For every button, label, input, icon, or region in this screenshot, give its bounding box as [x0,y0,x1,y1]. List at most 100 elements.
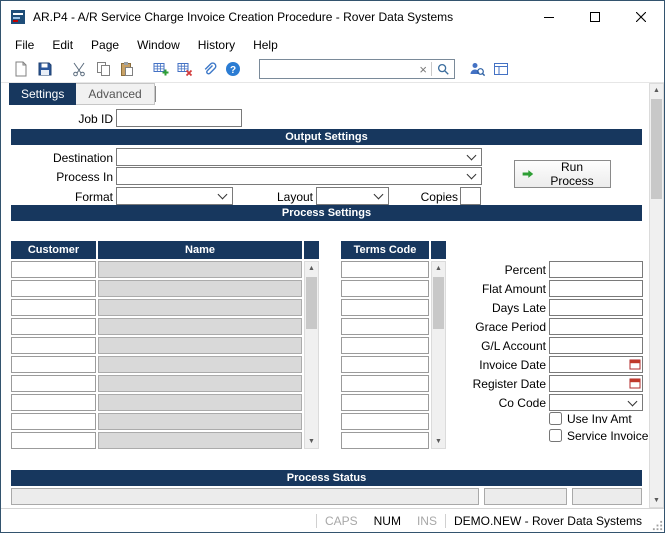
toolbar-search: × [259,59,455,79]
name-cell [98,394,302,411]
calendar-icon[interactable] [629,358,641,370]
maximize-button[interactable] [572,1,618,33]
scroll-up-icon[interactable]: ▲ [650,84,663,97]
flat-amount-label: Flat Amount [426,282,546,296]
copies-input[interactable] [460,187,481,205]
paperclip-icon [201,61,217,77]
process-status-message [11,488,479,505]
customer-cell[interactable] [11,375,96,392]
menu-help[interactable]: Help [244,35,287,55]
customer-cell[interactable] [11,394,96,411]
copies-label: Copies [378,190,458,204]
gl-account-input[interactable] [549,337,643,354]
menu-file[interactable]: File [6,35,43,55]
run-process-button[interactable]: Run Process [514,160,611,188]
terms-code-cell[interactable] [341,432,429,449]
status-bar: CAPS NUM INS DEMO.NEW - Rover Data Syste… [1,508,664,532]
scroll-up-icon[interactable]: ▲ [305,262,318,275]
job-id-input[interactable] [116,109,242,127]
service-invoice-checkbox[interactable] [549,429,562,442]
insert-row-button[interactable] [149,58,173,80]
resize-grip[interactable] [650,509,664,532]
app-icon [10,9,26,25]
help-button[interactable]: ? [221,58,245,80]
customer-cell[interactable] [11,337,96,354]
job-id-label: Job ID [13,112,113,126]
service-invoice-label: Service Invoice [567,429,648,443]
tab-settings[interactable]: Settings [9,83,76,105]
name-cell [98,356,302,373]
process-in-select[interactable] [116,167,482,185]
search-input[interactable] [260,61,415,77]
terms-code-cell[interactable] [341,261,429,278]
format-select[interactable] [116,187,233,205]
customer-cell[interactable] [11,299,96,316]
paste-button[interactable] [115,58,139,80]
name-cell [98,413,302,430]
customer-cell[interactable] [11,280,96,297]
customer-grid-header-cap [304,241,319,259]
terms-code-cell[interactable] [341,299,429,316]
terms-code-cell[interactable] [341,318,429,335]
use-inv-amt-checkbox[interactable] [549,412,562,425]
terms-code-cell[interactable] [341,413,429,430]
search-icon[interactable] [432,62,454,76]
terms-code-column [341,261,429,451]
run-process-label: Run Process [540,160,604,188]
destination-label: Destination [13,151,113,165]
grace-period-input[interactable] [549,318,643,335]
copy-button[interactable] [91,58,115,80]
attachment-button[interactable] [197,58,221,80]
customer-cell[interactable] [11,318,96,335]
scrollbar-thumb[interactable] [306,277,317,329]
destination-select[interactable] [116,148,482,166]
grid-view-button[interactable] [489,58,513,80]
process-status-field-3 [572,488,642,505]
form-area: Settings Advanced Job ID Output Settings… [1,83,664,508]
clear-search-icon[interactable]: × [415,63,431,76]
terms-code-cell[interactable] [341,337,429,354]
close-button[interactable] [618,1,664,33]
environment-context: DEMO.NEW - Rover Data Systems [446,514,650,528]
page-scrollbar[interactable]: ▲ ▼ [649,83,664,508]
days-late-input[interactable] [549,299,643,316]
flat-amount-input[interactable] [549,280,643,297]
percent-input[interactable] [549,261,643,278]
tab-advanced[interactable]: Advanced [76,83,154,105]
paste-icon [119,61,135,77]
scissors-icon [71,61,87,77]
use-inv-amt-label: Use Inv Amt [567,412,632,426]
maximize-icon [590,12,600,22]
scroll-down-icon[interactable]: ▼ [305,435,318,448]
minimize-button[interactable] [526,1,572,33]
calendar-icon[interactable] [629,377,641,389]
terms-code-cell[interactable] [341,280,429,297]
customer-cell[interactable] [11,413,96,430]
save-button[interactable] [33,58,57,80]
terms-code-cell[interactable] [341,394,429,411]
co-code-select[interactable] [549,394,643,411]
customer-grid-scrollbar[interactable]: ▲ ▼ [304,261,319,449]
menu-edit[interactable]: Edit [43,35,82,55]
insert-mode-indicator: INS [409,514,445,528]
cut-button[interactable] [67,58,91,80]
customer-cell[interactable] [11,432,96,449]
co-code-label: Co Code [426,396,546,410]
delete-row-button[interactable] [173,58,197,80]
scrollbar-thumb[interactable] [651,99,662,199]
menu-page[interactable]: Page [82,35,128,55]
user-lookup-button[interactable] [465,58,489,80]
terms-code-cell[interactable] [341,375,429,392]
menu-window[interactable]: Window [128,35,189,55]
customer-cell[interactable] [11,261,96,278]
gl-account-label: G/L Account [426,339,546,353]
terms-code-cell[interactable] [341,356,429,373]
chevron-down-icon [467,151,477,161]
name-cell [98,318,302,335]
new-button[interactable] [9,58,33,80]
scroll-down-icon[interactable]: ▼ [432,435,445,448]
scroll-down-icon[interactable]: ▼ [650,494,663,507]
name-cell [98,375,302,392]
menu-history[interactable]: History [189,35,244,55]
customer-cell[interactable] [11,356,96,373]
